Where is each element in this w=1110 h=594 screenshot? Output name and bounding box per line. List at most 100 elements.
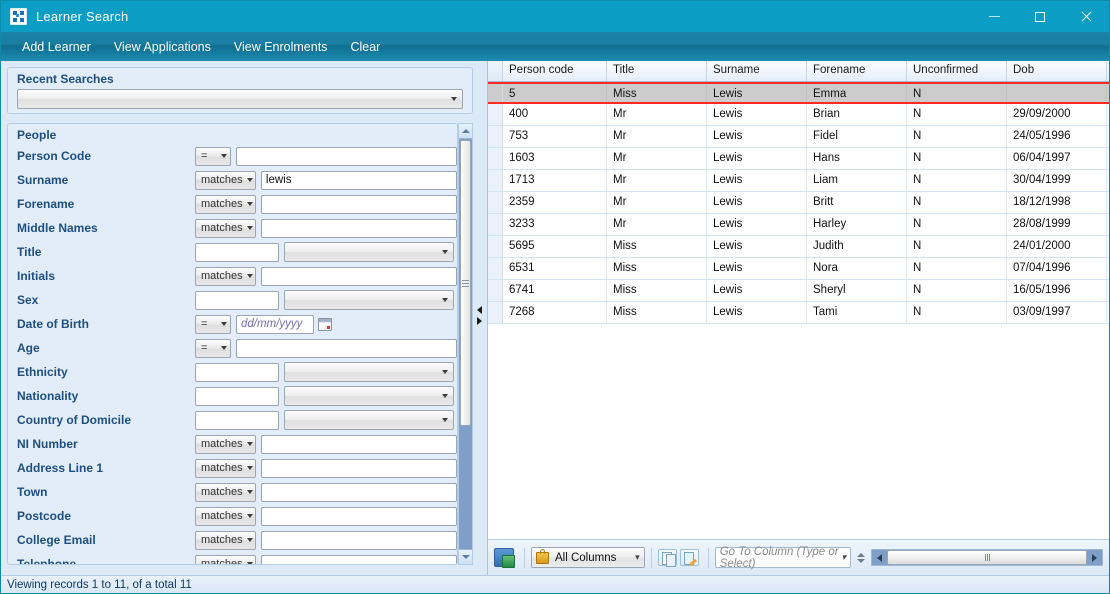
recent-searches-combo[interactable] — [17, 89, 463, 109]
criteria-value-input[interactable] — [195, 411, 279, 430]
cell-person_code[interactable]: 1603 — [503, 148, 607, 169]
cell-surname[interactable]: Lewis — [707, 280, 807, 301]
operator-dropdown[interactable]: matches — [195, 531, 256, 550]
operator-dropdown[interactable]: = — [195, 315, 231, 334]
cell-unconfirmed[interactable]: N — [907, 192, 1007, 213]
cell-partial[interactable] — [1107, 170, 1109, 191]
cell-partial[interactable] — [1107, 104, 1109, 125]
operator-dropdown[interactable]: matches — [195, 507, 256, 526]
operator-dropdown[interactable]: matches — [195, 435, 256, 454]
cell-person_code[interactable]: 7268 — [503, 302, 607, 323]
cell-person_code[interactable]: 2359 — [503, 192, 607, 213]
criteria-value-input[interactable] — [195, 387, 279, 406]
operator-dropdown[interactable]: matches — [195, 555, 256, 565]
criteria-value-input[interactable] — [236, 147, 457, 166]
table-row[interactable]: 1713MrLewisLiamN30/04/1999 — [488, 170, 1109, 192]
scrollbar-thumb[interactable] — [460, 140, 471, 426]
all-columns-dropdown[interactable]: All Columns ▾ — [531, 547, 645, 568]
edit-layout-icon[interactable] — [680, 549, 699, 566]
table-row[interactable]: 753MrLewisFidelN24/05/1996 — [488, 126, 1109, 148]
cell-dob[interactable]: 24/05/1996 — [1007, 126, 1107, 147]
cell-dob[interactable]: 07/04/1996 — [1007, 258, 1107, 279]
cell-surname[interactable]: Lewis — [707, 214, 807, 235]
row-indicator[interactable] — [488, 126, 503, 147]
column-header-title[interactable]: Title — [607, 61, 707, 81]
criteria-select[interactable] — [284, 290, 454, 310]
cell-person_code[interactable]: 5 — [503, 84, 607, 102]
cell-partial[interactable] — [1107, 126, 1109, 147]
menu-item-view-applications[interactable]: View Applications — [103, 36, 222, 58]
cell-unconfirmed[interactable]: N — [907, 126, 1007, 147]
cell-forename[interactable]: Hans — [807, 148, 907, 169]
cell-title[interactable]: Miss — [607, 84, 707, 102]
cell-person_code[interactable]: 6531 — [503, 258, 607, 279]
cell-surname[interactable]: Lewis — [707, 104, 807, 125]
table-row-cells[interactable]: 7268MissLewisTamiN03/09/1997 — [488, 302, 1109, 324]
collapse-left-icon[interactable] — [477, 306, 482, 314]
cell-unconfirmed[interactable]: N — [907, 280, 1007, 301]
column-header-dob[interactable]: Dob — [1007, 61, 1107, 81]
cell-title[interactable]: Miss — [607, 236, 707, 257]
cell-title[interactable]: Miss — [607, 302, 707, 323]
cell-dob[interactable]: 28/08/1999 — [1007, 214, 1107, 235]
cell-forename[interactable]: Nora — [807, 258, 907, 279]
table-row-cells[interactable]: 2359MrLewisBrittN18/12/1998 — [488, 192, 1109, 214]
minimize-button[interactable] — [971, 1, 1017, 32]
criteria-value-input[interactable] — [261, 195, 457, 214]
criteria-value-input[interactable]: lewis — [261, 171, 457, 190]
row-indicator[interactable] — [488, 302, 503, 323]
cell-partial[interactable] — [1107, 280, 1109, 301]
column-header-forename[interactable]: Forename — [807, 61, 907, 81]
cell-surname[interactable]: Lewis — [707, 258, 807, 279]
export-to-excel-icon[interactable] — [494, 548, 514, 567]
cell-unconfirmed[interactable]: N — [907, 258, 1007, 279]
cell-title[interactable]: Mr — [607, 214, 707, 235]
column-header-partial[interactable] — [1107, 61, 1109, 81]
scroll-down-button[interactable] — [459, 549, 472, 564]
criteria-select[interactable] — [284, 386, 454, 406]
table-row[interactable]: 3233MrLewisHarleyN28/08/1999 — [488, 214, 1109, 236]
table-row-cells[interactable]: 5MissLewisEmmaN — [488, 82, 1109, 104]
grid-horizontal-scrollbar[interactable] — [871, 549, 1103, 566]
cell-forename[interactable]: Emma — [807, 84, 907, 102]
cell-dob[interactable]: 16/05/1996 — [1007, 280, 1107, 301]
cell-unconfirmed[interactable]: N — [907, 214, 1007, 235]
table-row[interactable]: 5695MissLewisJudithN24/01/2000 — [488, 236, 1109, 258]
operator-dropdown[interactable]: = — [195, 339, 231, 358]
row-indicator[interactable] — [488, 236, 503, 257]
table-row-cells[interactable]: 5695MissLewisJudithN24/01/2000 — [488, 236, 1109, 258]
row-indicator[interactable] — [488, 258, 503, 279]
pane-splitter[interactable] — [475, 61, 485, 575]
operator-dropdown[interactable]: matches — [195, 483, 256, 502]
horizontal-splitter-handle[interactable] — [855, 547, 867, 569]
cell-partial[interactable] — [1107, 84, 1109, 102]
scroll-up-button[interactable] — [459, 124, 472, 139]
cell-surname[interactable]: Lewis — [707, 192, 807, 213]
criteria-value-input[interactable] — [195, 363, 279, 382]
criteria-value-input[interactable] — [195, 243, 279, 262]
criteria-value-input[interactable] — [261, 507, 457, 526]
row-indicator[interactable] — [488, 148, 503, 169]
cell-title[interactable]: Mr — [607, 170, 707, 191]
criteria-value-input[interactable] — [261, 459, 457, 478]
table-row[interactable]: 6741MissLewisSherylN16/05/1996 — [488, 280, 1109, 302]
menu-item-add-learner[interactable]: Add Learner — [11, 36, 102, 58]
operator-dropdown[interactable]: matches — [195, 219, 256, 238]
table-row-cells[interactable]: 3233MrLewisHarleyN28/08/1999 — [488, 214, 1109, 236]
cell-person_code[interactable]: 3233 — [503, 214, 607, 235]
cell-unconfirmed[interactable]: N — [907, 302, 1007, 323]
cell-title[interactable]: Mr — [607, 126, 707, 147]
table-row[interactable]: 400MrLewisBrianN29/09/2000 — [488, 104, 1109, 126]
expand-right-icon[interactable] — [477, 317, 482, 325]
criteria-value-input[interactable] — [236, 339, 457, 358]
row-indicator[interactable] — [488, 214, 503, 235]
column-header-surname[interactable]: Surname — [707, 61, 807, 81]
criteria-select[interactable] — [284, 242, 454, 262]
cell-title[interactable]: Miss — [607, 280, 707, 301]
operator-dropdown[interactable]: matches — [195, 267, 256, 286]
cell-partial[interactable] — [1107, 302, 1109, 323]
menu-item-view-enrolments[interactable]: View Enrolments — [223, 36, 339, 58]
column-header-person_code[interactable]: Person code — [503, 61, 607, 81]
table-row-cells[interactable]: 6741MissLewisSherylN16/05/1996 — [488, 280, 1109, 302]
cell-person_code[interactable]: 753 — [503, 126, 607, 147]
